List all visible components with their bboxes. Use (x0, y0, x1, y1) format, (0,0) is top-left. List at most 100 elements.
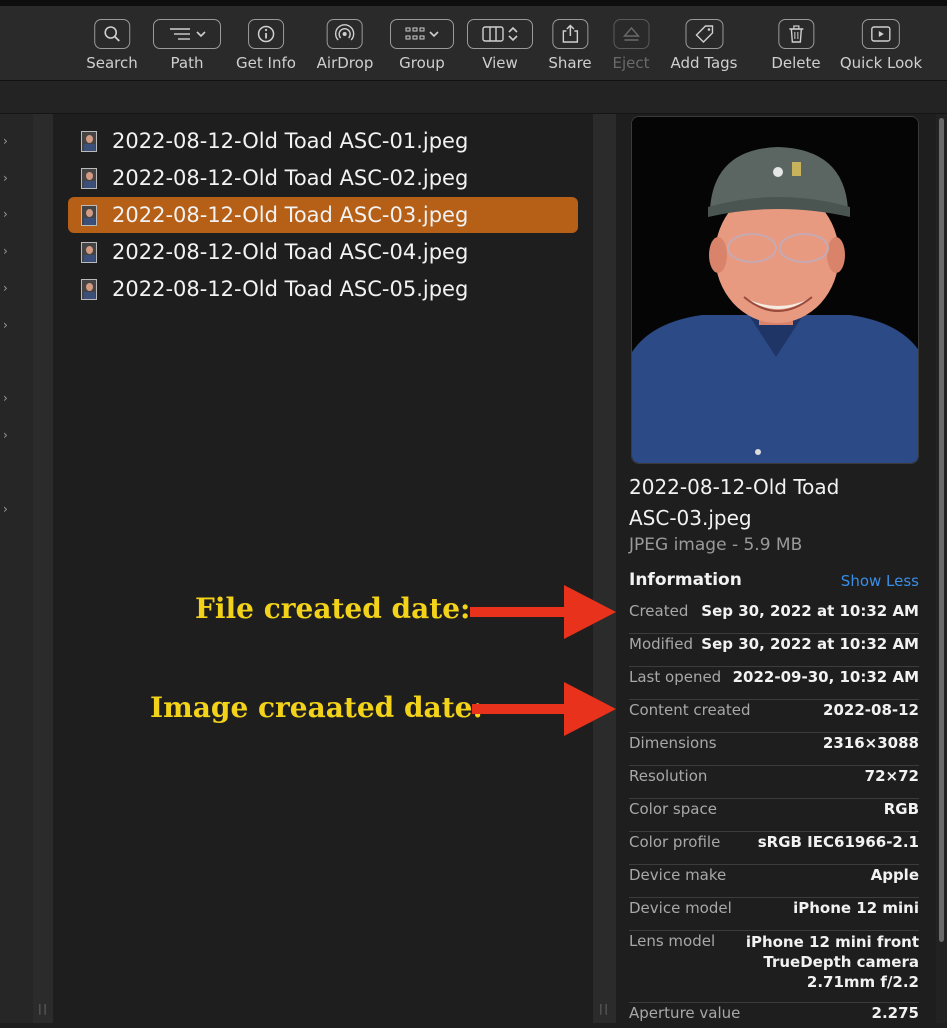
image-preview[interactable] (631, 116, 919, 464)
quick-look-button[interactable]: Quick Look (840, 19, 922, 72)
info-row-created: Created Sep 30, 2022 at 10:32 AM (629, 602, 919, 634)
preview-file-name: 2022-08-12-Old Toad ASC-03.jpeg (629, 472, 889, 534)
search-icon (104, 26, 120, 42)
info-key: Last opened (629, 668, 722, 686)
chevron-right-icon[interactable]: › (3, 428, 8, 442)
info-row-lens-model: Lens model iPhone 12 mini front TrueDept… (629, 932, 919, 1003)
info-key: Device make (629, 866, 727, 884)
get-info-label: Get Info (236, 54, 296, 72)
get-info-button[interactable]: Get Info (236, 19, 296, 72)
updown-chevron-icon (508, 26, 518, 42)
info-key: Color profile (629, 833, 721, 851)
view-label: View (482, 54, 518, 72)
group-label: Group (399, 54, 445, 72)
chevron-right-icon[interactable]: › (3, 171, 8, 185)
chevron-right-icon[interactable]: › (3, 502, 8, 516)
eject-button[interactable]: Eject (612, 19, 650, 72)
info-value: iPhone 12 mini front TrueDepth camera 2.… (745, 933, 919, 991)
annotation-image-created: Image creaated date: (150, 691, 483, 724)
image-thumbnail (81, 241, 97, 263)
file-name-line-1: 2022-08-12-Old Toad (629, 475, 840, 499)
image-thumbnail (81, 167, 97, 189)
info-value: Sep 30, 2022 at 10:32 AM (701, 635, 919, 653)
file-list-column: 2022-08-12-Old Toad ASC-01.jpeg 2022-08-… (53, 114, 593, 1023)
info-row-device-make: Device make Apple (629, 866, 919, 898)
path-label: Path (170, 54, 204, 72)
info-key: Modified (629, 635, 694, 653)
column-divider[interactable]: | | (33, 114, 53, 1023)
add-tags-label: Add Tags (670, 54, 738, 72)
info-key: Color space (629, 800, 717, 818)
chevron-right-icon[interactable]: › (3, 391, 8, 405)
preview-pane: 2022-08-12-Old Toad ASC-03.jpeg JPEG ima… (616, 114, 936, 1023)
file-name: 2022-08-12-Old Toad ASC-03.jpeg (112, 203, 469, 227)
info-row-color-profile: Color profile sRGB IEC61966-2.1 (629, 833, 919, 865)
delete-button[interactable]: Delete (771, 19, 821, 72)
list-item-selected[interactable]: 2022-08-12-Old Toad ASC-03.jpeg (68, 197, 578, 233)
list-icon (170, 28, 190, 40)
info-key: Content created (629, 701, 751, 719)
resize-handle-icon[interactable]: | | (38, 1002, 47, 1015)
file-name: 2022-08-12-Old Toad ASC-04.jpeg (112, 240, 469, 264)
info-value: 2022-08-12 (823, 701, 919, 719)
share-icon (562, 24, 578, 43)
chevron-right-icon[interactable]: › (3, 134, 8, 148)
info-row-dimensions: Dimensions 2316×3088 (629, 734, 919, 766)
image-thumbnail (81, 278, 97, 300)
file-name: 2022-08-12-Old Toad ASC-05.jpeg (112, 277, 469, 301)
path-button[interactable]: Path (153, 19, 221, 72)
red-arrow-icon (472, 682, 616, 736)
file-name-line-2: ASC-03.jpeg (629, 506, 752, 530)
play-icon (871, 26, 891, 42)
red-arrow-icon (470, 585, 616, 639)
quick-look-label: Quick Look (839, 54, 923, 72)
info-value: 2022-09-30, 10:32 AM (732, 668, 919, 686)
info-value: iPhone 12 mini (793, 899, 919, 917)
file-name: 2022-08-12-Old Toad ASC-01.jpeg (112, 129, 469, 153)
info-key: Created (629, 602, 689, 620)
scrollbar[interactable] (936, 114, 947, 1023)
info-value: 2.275 (871, 1004, 919, 1022)
info-value: Apple (870, 866, 919, 884)
info-row-resolution: Resolution 72×72 (629, 767, 919, 799)
columns-icon (482, 26, 504, 42)
airdrop-icon (335, 24, 355, 41)
add-tags-button[interactable]: Add Tags (670, 19, 738, 72)
list-item[interactable]: 2022-08-12-Old Toad ASC-04.jpeg (68, 234, 578, 270)
show-less-link[interactable]: Show Less (841, 572, 919, 590)
list-item[interactable]: 2022-08-12-Old Toad ASC-05.jpeg (68, 271, 578, 307)
airdrop-label: AirDrop (316, 54, 374, 72)
info-value: 72×72 (864, 767, 919, 785)
info-value: RGB (883, 800, 919, 818)
scrollbar-thumb[interactable] (939, 118, 944, 942)
resize-handle-icon[interactable]: | | (599, 1002, 608, 1015)
portrait-photo (632, 117, 918, 463)
list-item[interactable]: 2022-08-12-Old Toad ASC-01.jpeg (68, 123, 578, 159)
info-key: Aperture value (629, 1004, 741, 1022)
share-button[interactable]: Share (548, 19, 592, 72)
tag-icon (695, 25, 713, 43)
parent-column[interactable]: › › › › › › › › › (0, 114, 33, 1023)
column-divider[interactable]: | | (593, 114, 616, 1023)
info-value: sRGB IEC61966-2.1 (757, 833, 919, 851)
info-row-color-space: Color space RGB (629, 800, 919, 832)
chevron-right-icon[interactable]: › (3, 207, 8, 221)
information-header: Information (629, 570, 742, 590)
trash-icon (788, 25, 803, 43)
image-thumbnail (81, 204, 97, 226)
chevron-right-icon[interactable]: › (3, 244, 8, 258)
list-item[interactable]: 2022-08-12-Old Toad ASC-02.jpeg (68, 160, 578, 196)
chevron-right-icon[interactable]: › (3, 318, 8, 332)
info-value: 2316×3088 (822, 734, 919, 752)
grid-icon (405, 27, 425, 40)
group-button[interactable]: Group (390, 19, 454, 72)
airdrop-button[interactable]: AirDrop (316, 19, 374, 72)
search-button[interactable]: Search (86, 19, 138, 72)
info-key: Dimensions (629, 734, 717, 752)
view-button[interactable]: View (467, 19, 533, 72)
chevron-right-icon[interactable]: › (3, 281, 8, 295)
eject-label: Eject (612, 54, 650, 72)
file-name: 2022-08-12-Old Toad ASC-02.jpeg (112, 166, 469, 190)
share-label: Share (548, 54, 592, 72)
eject-icon (622, 26, 640, 41)
